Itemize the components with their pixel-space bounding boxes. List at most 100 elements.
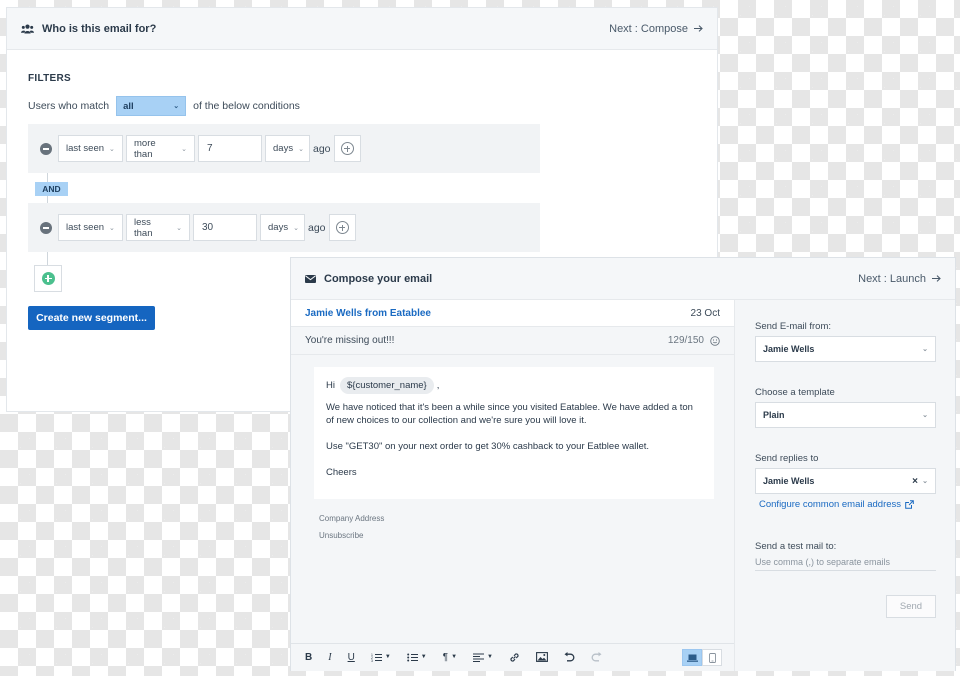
create-segment-button[interactable]: Create new segment... <box>28 306 155 330</box>
subject-char-count: 129/150 <box>667 335 704 346</box>
sender-row: Jamie Wells from Eatablee 23 Oct <box>291 300 734 327</box>
filters-heading: FILTERS <box>28 73 72 84</box>
match-select[interactable]: all ⌄ <box>116 96 187 116</box>
remove-condition-icon[interactable] <box>40 142 52 155</box>
chevron-down-icon: ⌄ <box>922 346 928 353</box>
chevron-down-icon: ⌄ <box>922 412 928 419</box>
send-from-label: Send E-mail from: <box>755 321 832 332</box>
chevron-down-icon: ⌄ <box>109 224 115 232</box>
undo-button[interactable] <box>564 652 575 662</box>
compose-title: Compose your email <box>324 272 433 285</box>
compose-panel: Compose your email Next : Launch Jamie W… <box>290 257 956 671</box>
condition-unit-value: days <box>268 222 289 233</box>
smiley-icon[interactable] <box>710 335 720 346</box>
image-icon <box>536 652 548 662</box>
format-toolbar: B I U 123 ▼ ▼ ¶ ▼ ▼ <box>291 643 734 670</box>
body-paragraph-1: We have noticed that it's been a while s… <box>326 402 693 426</box>
condition-suffix: ago <box>308 221 326 234</box>
remove-condition-icon[interactable] <box>40 221 52 234</box>
link-button[interactable] <box>509 652 520 663</box>
condition-operator-select[interactable]: less than ⌄ <box>126 214 190 241</box>
segment-title: Who is this email for? <box>42 22 157 35</box>
clear-icon[interactable]: × <box>912 476 918 487</box>
bullet-list-button[interactable]: ▼ <box>406 653 427 662</box>
chevron-down-icon: ⌄ <box>181 145 187 153</box>
template-select[interactable]: Plain ⌄ <box>755 402 936 428</box>
condition-unit-select[interactable]: days ⌄ <box>260 214 305 241</box>
condition-field-value: last seen <box>66 222 105 233</box>
condition-operator-value: less than <box>134 216 153 239</box>
condition-value-input[interactable] <box>193 214 257 241</box>
reply-to-value: Jamie Wells <box>763 476 815 486</box>
condition-row-1: last seen ⌄ more than ⌄ days ⌄ ago <box>28 124 540 173</box>
sign-off: Cheers <box>326 467 357 478</box>
chevron-down-icon: ⌄ <box>298 145 304 153</box>
italic-button[interactable]: I <box>328 652 331 663</box>
connector-line <box>47 196 48 203</box>
underline-button[interactable]: U <box>348 652 355 663</box>
arrow-right-icon <box>694 25 703 32</box>
configure-email-link[interactable]: Configure common email address <box>759 499 914 510</box>
condition-field-select[interactable]: last seen ⌄ <box>58 135 123 162</box>
add-sub-condition-button[interactable] <box>333 135 361 162</box>
condition-value-input[interactable] <box>198 135 262 162</box>
caret-down-icon: ▼ <box>384 654 391 660</box>
redo-button[interactable] <box>591 652 602 662</box>
align-left-icon <box>473 652 485 662</box>
match-select-value: all <box>123 100 134 112</box>
align-button[interactable]: ▼ <box>473 652 493 662</box>
compose-header: Compose your email Next : Launch <box>291 258 955 300</box>
unsubscribe-link[interactable]: Unsubscribe <box>319 527 384 544</box>
plus-circle-icon <box>340 142 354 155</box>
caret-down-icon: ▼ <box>420 654 427 660</box>
company-address-link[interactable]: Company Address <box>319 510 384 527</box>
desktop-view-button[interactable] <box>682 649 702 666</box>
condition-suffix: ago <box>313 142 331 155</box>
bold-button[interactable]: B <box>305 652 312 663</box>
next-launch-link[interactable]: Next : Launch <box>858 273 941 285</box>
condition-unit-value: days <box>273 143 294 154</box>
test-mail-input[interactable] <box>755 553 936 571</box>
condition-operator-value: more than <box>134 137 156 160</box>
segment-header: Who is this email for? Next : Compose <box>7 8 717 50</box>
condition-unit-select[interactable]: days ⌄ <box>265 135 310 162</box>
add-condition-button[interactable] <box>34 265 62 292</box>
send-test-button[interactable]: Send <box>886 595 936 618</box>
email-body[interactable]: Hi ${customer_name} , We have noticed th… <box>314 367 714 499</box>
email-settings: Send E-mail from: Jamie Wells ⌄ Choose a… <box>735 300 955 671</box>
condition-field-value: last seen <box>66 143 105 154</box>
undo-icon <box>564 652 575 662</box>
send-from-select[interactable]: Jamie Wells ⌄ <box>755 336 936 362</box>
paragraph-icon: ¶ <box>442 651 449 663</box>
chevron-down-icon: ⌄ <box>922 478 928 485</box>
template-label: Choose a template <box>755 387 835 398</box>
add-sub-condition-button[interactable] <box>328 214 356 241</box>
sender-name[interactable]: Jamie Wells from Eatablee <box>305 308 431 319</box>
mobile-icon <box>708 652 716 663</box>
email-editor: Jamie Wells from Eatablee 23 Oct You're … <box>291 300 735 671</box>
ordered-list-button[interactable]: 123 ▼ <box>371 653 391 662</box>
customer-name-token[interactable]: ${customer_name} <box>339 377 434 394</box>
plus-circle-icon <box>335 221 349 234</box>
subject-counter-group: 129/150 <box>668 335 720 346</box>
subject-row[interactable]: You're missing out!!! 129/150 <box>291 327 734 355</box>
mobile-view-button[interactable] <box>702 649 722 666</box>
link-icon <box>509 652 520 663</box>
next-launch-label: Next : Launch <box>858 272 926 285</box>
image-button[interactable] <box>536 652 548 662</box>
condition-operator-select[interactable]: more than ⌄ <box>126 135 195 162</box>
greeting-line: Hi ${customer_name} , <box>326 377 702 394</box>
next-compose-label: Next : Compose <box>609 22 688 35</box>
email-date: 23 Oct <box>690 307 720 319</box>
caret-down-icon: ▼ <box>487 654 493 660</box>
users-icon <box>21 24 34 34</box>
condition-row-2: last seen ⌄ less than ⌄ days ⌄ ago <box>28 203 540 252</box>
match-suffix: of the below conditions <box>193 100 300 112</box>
greeting: Hi <box>326 380 335 391</box>
paragraph-button[interactable]: ¶ ▼ <box>443 652 457 663</box>
next-compose-link[interactable]: Next : Compose <box>609 23 703 35</box>
laptop-icon <box>686 654 698 662</box>
reply-to-select[interactable]: Jamie Wells × ⌄ <box>755 468 936 494</box>
subject-text[interactable]: You're missing out!!! <box>305 335 394 346</box>
condition-field-select[interactable]: last seen ⌄ <box>58 214 123 241</box>
